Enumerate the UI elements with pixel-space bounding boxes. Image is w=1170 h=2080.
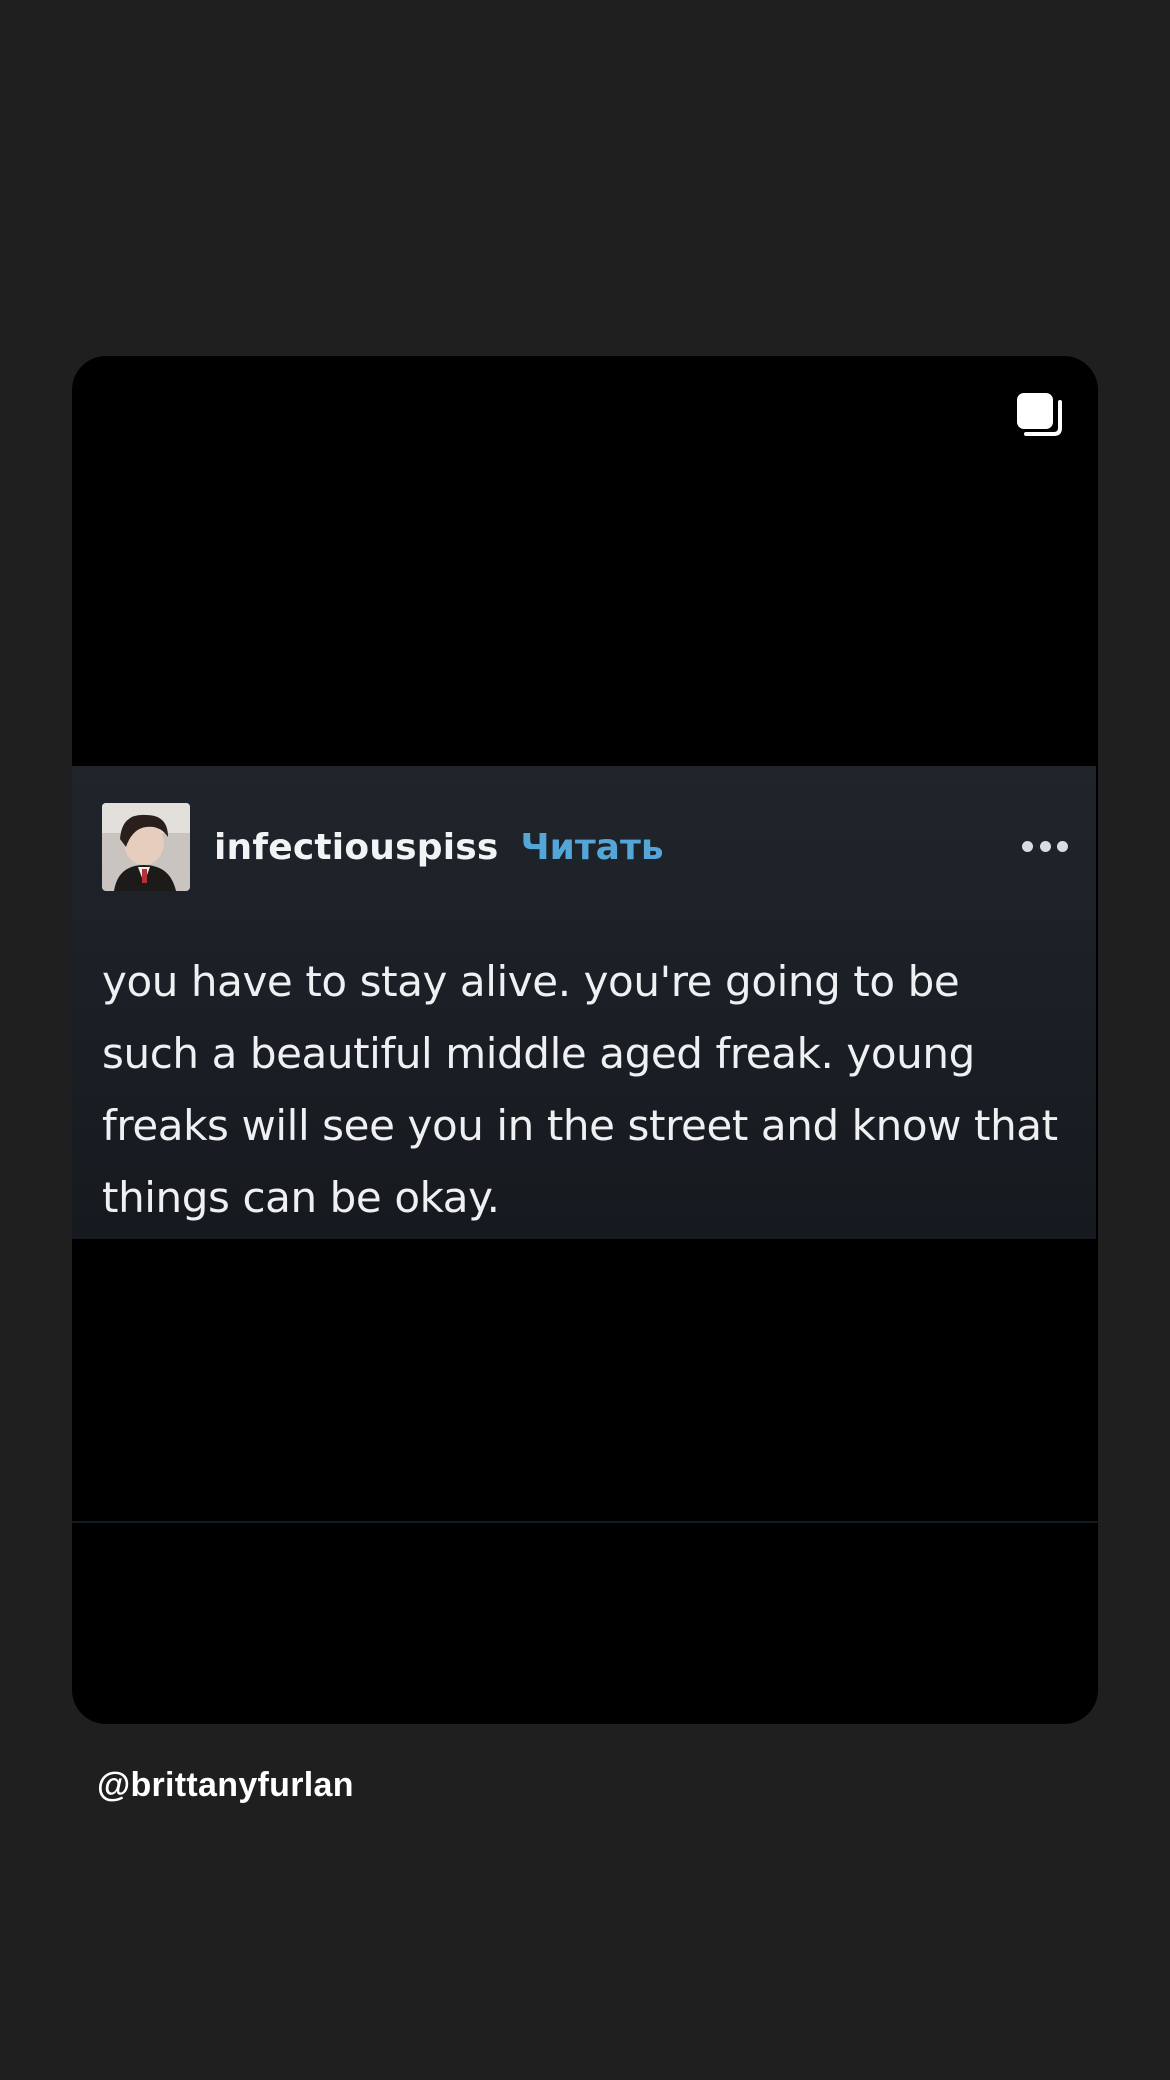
more-options-icon[interactable] xyxy=(1022,838,1068,854)
more-dot xyxy=(1039,840,1051,852)
post-header: infectiouspiss Читать xyxy=(102,802,664,892)
post-username[interactable]: infectiouspiss xyxy=(214,827,499,868)
multiple-images-icon[interactable] xyxy=(1014,390,1064,440)
mention-sticker[interactable]: @brittanyfurlan xyxy=(97,1766,354,1805)
post-text: you have to stay alive. you're going to … xyxy=(102,957,1058,1222)
story-post-card[interactable]: infectiouspiss Читать you have to stay a… xyxy=(72,356,1098,1724)
embedded-post: infectiouspiss Читать you have to stay a… xyxy=(72,766,1096,1239)
more-dot xyxy=(1057,840,1068,852)
profile-avatar-icon[interactable] xyxy=(102,803,190,891)
divider xyxy=(72,1521,1098,1523)
follow-button[interactable]: Читать xyxy=(521,827,664,868)
more-dot xyxy=(1022,840,1033,852)
